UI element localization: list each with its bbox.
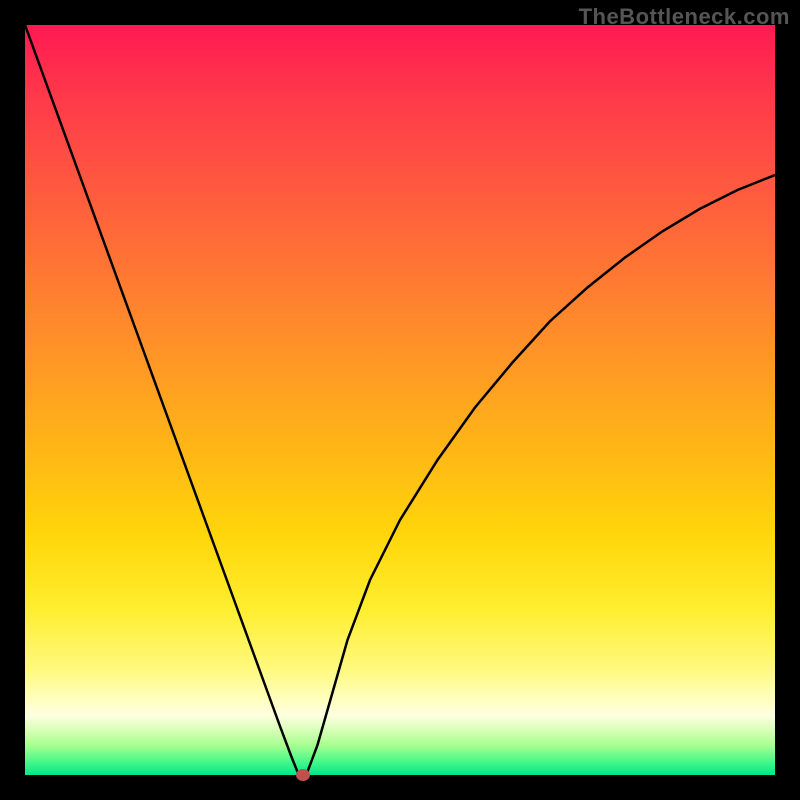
- bottleneck-curve: [25, 25, 775, 775]
- plot-area: [25, 25, 775, 775]
- chart-frame: TheBottleneck.com: [0, 0, 800, 800]
- watermark-text: TheBottleneck.com: [579, 4, 790, 30]
- optimal-point-marker: [296, 769, 310, 781]
- curve-path: [25, 25, 775, 775]
